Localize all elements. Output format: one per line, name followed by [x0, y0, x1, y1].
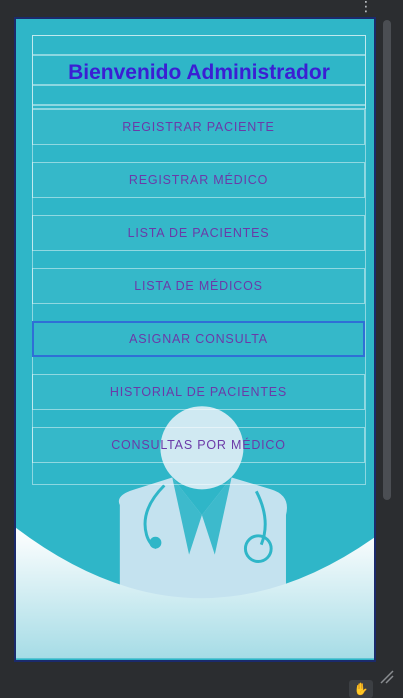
hand-tool-icon[interactable]: ✋	[349, 680, 373, 698]
assign-consultation-button[interactable]: ASIGNAR CONSULTA	[32, 321, 365, 357]
page-title: Bienvenido Administrador	[68, 61, 330, 84]
layout-guide	[32, 85, 366, 105]
vertical-scrollbar[interactable]	[383, 20, 391, 500]
layout-guide	[32, 35, 366, 55]
register-patient-button[interactable]: REGISTRAR PACIENTE	[32, 109, 365, 145]
register-doctor-button[interactable]: REGISTRAR MÉDICO	[32, 162, 365, 198]
resize-grip-icon[interactable]	[379, 669, 395, 685]
doctor-list-button[interactable]: LISTA DE MÉDICOS	[32, 268, 365, 304]
device-screen: Bienvenido Administrador REGISTRAR PACIE…	[14, 17, 376, 662]
layout-guides	[32, 35, 366, 485]
more-options-icon[interactable]: ⋮	[359, 0, 373, 16]
patient-list-button[interactable]: LISTA DE PACIENTES	[32, 215, 365, 251]
consultations-by-doctor-button[interactable]: CONSULTAS POR MÉDICO	[32, 427, 365, 463]
patient-history-button[interactable]: HISTORIAL DE PACIENTES	[32, 374, 365, 410]
